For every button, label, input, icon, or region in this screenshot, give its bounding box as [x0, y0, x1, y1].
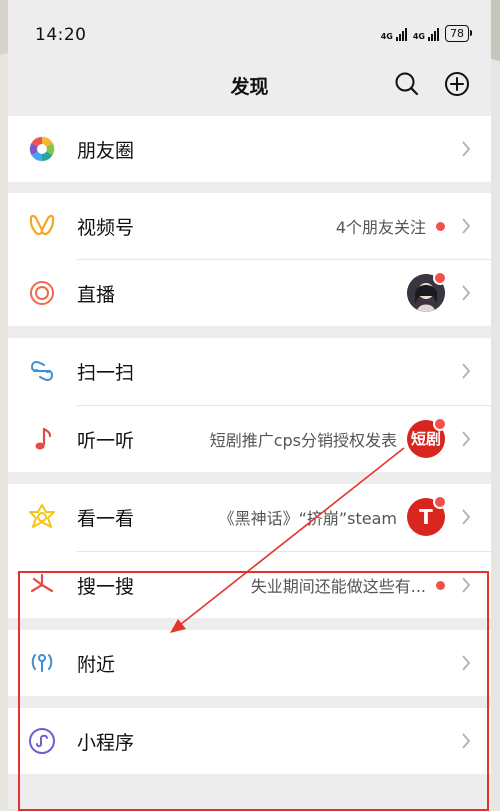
channels-label: 视频号 [77, 217, 135, 239]
chevron-right-icon [462, 431, 471, 447]
moments-aperture-icon [29, 136, 55, 162]
nearby-label: 附近 [77, 654, 116, 676]
list-item-topstories[interactable]: 看一看 《黑神话》“挤崩”steam T [8, 484, 491, 550]
group-moments: 朋友圈 [8, 116, 491, 182]
list-item-channels[interactable]: 视频号 4个朋友关注 [8, 193, 491, 259]
chevron-right-icon [462, 218, 471, 234]
list-item-moments[interactable]: 朋友圈 [8, 116, 491, 182]
add-icon[interactable] [443, 70, 471, 98]
search-icon[interactable] [393, 70, 421, 98]
chevron-right-icon [462, 733, 471, 749]
thumbnail: 短剧 [407, 417, 447, 458]
title-bar: 发现 [8, 64, 491, 110]
moments-label: 朋友圈 [77, 140, 135, 162]
music-note-icon [35, 427, 52, 450]
list-item-listen[interactable]: 听一听 短剧推广cps分销授权发表 短剧 [8, 406, 491, 472]
scan-label: 扫一扫 [77, 362, 135, 384]
search-spark-icon [30, 573, 54, 593]
battery-icon: 78 [445, 25, 472, 42]
list-item-nearby[interactable]: 附近 [8, 630, 491, 696]
status-bar: 14:20 4G 4G 78 [8, 0, 491, 64]
group-miniprogram: 小程序 [8, 708, 491, 774]
channels-icon [29, 214, 55, 236]
status-indicators: 4G 4G 78 [381, 25, 472, 42]
topstories-label: 看一看 [77, 508, 135, 530]
status-time: 14:20 [35, 25, 87, 45]
group-channels: 视频号 4个朋友关注 直播 [8, 193, 491, 326]
chevron-right-icon [462, 285, 471, 301]
search-subtitle: 失业期间还能做这些有... [250, 577, 426, 596]
thumbnail: T [407, 495, 447, 536]
miniprogram-label: 小程序 [77, 732, 135, 754]
live-icon [30, 281, 54, 305]
signal-icon: 4G [413, 27, 439, 41]
nearby-icon [31, 654, 53, 672]
signal-icon: 4G [381, 27, 407, 41]
chevron-right-icon [462, 655, 471, 671]
group-scan: 扫一扫 听一听 短剧推广cps分销授权发表 短剧 [8, 338, 491, 472]
chevron-right-icon [462, 141, 471, 157]
notification-dot [436, 580, 445, 590]
notification-dot [436, 221, 445, 231]
list-item-live[interactable]: 直播 [8, 260, 491, 326]
channels-subtitle: 4个朋友关注 [335, 218, 426, 237]
topstories-subtitle: 《黑神话》“挤崩”steam [218, 509, 397, 528]
list-item-search[interactable]: 搜一搜 失业期间还能做这些有... [8, 552, 491, 618]
live-label: 直播 [77, 284, 116, 306]
phone-screen: 14:20 4G 4G 78 发现 朋友圈 视频号 4个朋友关注 直播 扫一扫 … [8, 0, 491, 809]
top-stories-icon [29, 504, 55, 528]
mini-program-icon [29, 728, 55, 754]
avatar [407, 271, 447, 312]
chevron-right-icon [462, 577, 471, 593]
group-nearby: 附近 [8, 630, 491, 696]
chevron-right-icon [462, 363, 471, 379]
list-item-miniprogram[interactable]: 小程序 [8, 708, 491, 774]
search-label: 搜一搜 [77, 576, 135, 598]
group-topstories: 看一看 《黑神话》“挤崩”steam T 搜一搜 失业期间还能做这些有... [8, 484, 491, 618]
listen-subtitle: 短剧推广cps分销授权发表 [209, 431, 397, 450]
list-item-scan[interactable]: 扫一扫 [8, 338, 491, 404]
chevron-right-icon [462, 509, 471, 525]
listen-label: 听一听 [77, 430, 135, 452]
scan-icon [31, 361, 53, 381]
